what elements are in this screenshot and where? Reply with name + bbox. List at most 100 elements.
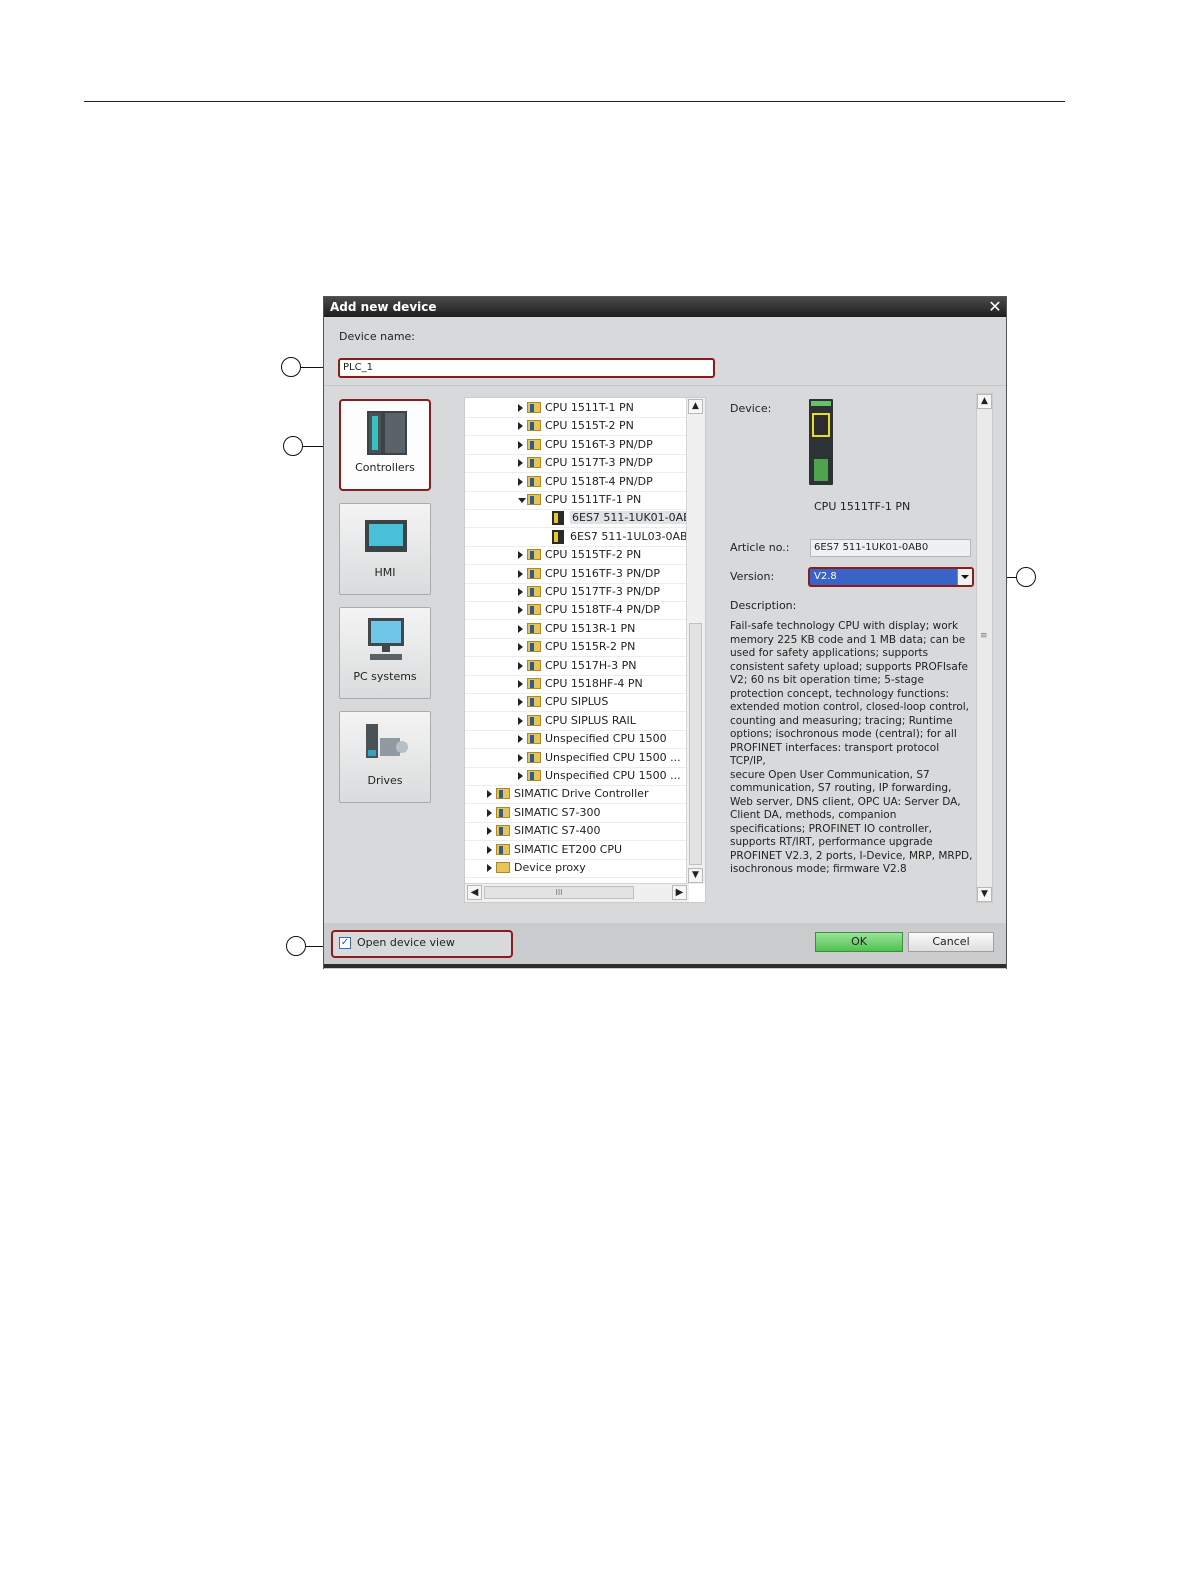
info-vertical-scrollbar[interactable]: ▲ ≡ ▼ (976, 393, 993, 903)
tree-item[interactable]: CPU SIPLUS RAIL (465, 712, 687, 731)
tree-item[interactable]: CPU 1517H-3 PN (465, 657, 687, 676)
expand-right-icon[interactable] (487, 864, 492, 872)
dialog-footer: ✓ Open device view OK Cancel (324, 923, 1006, 969)
expand-right-icon[interactable] (518, 753, 523, 762)
tree-item[interactable]: 6ES7 511-1UK01-0AB0 (465, 509, 700, 529)
tree-item[interactable]: CPU 1517TF-3 PN/DP (465, 583, 687, 602)
scroll-right-icon[interactable]: ▶ (672, 885, 687, 900)
callout-3 (1016, 567, 1036, 587)
expand-right-icon[interactable] (518, 569, 523, 578)
folder-icon (527, 751, 541, 763)
open-device-view-option[interactable]: ✓ Open device view (331, 930, 513, 958)
tree-item[interactable]: CPU 1516T-3 PN/DP (465, 436, 687, 455)
tree-item[interactable]: CPU 1511TF-1 PN (465, 491, 687, 510)
tree-item[interactable]: CPU 1515TF-2 PN (465, 546, 687, 566)
category-pc-systems-button[interactable]: PC systems (339, 607, 431, 699)
tree-item[interactable]: CPU SIPLUS (465, 693, 687, 713)
tree-item[interactable]: SIMATIC Drive Controller (465, 785, 687, 805)
description-line: options; isochronous mode (central); for… (730, 728, 957, 740)
tree-item-label: Unspecified CPU 1500 (545, 732, 667, 746)
scroll-up-icon[interactable]: ▲ (977, 394, 992, 409)
category-controllers-button[interactable]: Controllers (339, 399, 431, 491)
scroll-left-icon[interactable]: ◀ (467, 885, 482, 900)
expand-right-icon[interactable] (518, 440, 523, 449)
cancel-button[interactable]: Cancel (908, 932, 994, 952)
device-name-input[interactable]: PLC_1 (338, 358, 715, 378)
folder-icon (527, 567, 541, 579)
chevron-down-icon[interactable] (957, 569, 972, 585)
tree-item[interactable]: SIMATIC S7-300 (465, 804, 687, 823)
tree-item-label: CPU 1513R-1 PN (545, 621, 636, 635)
tree-item[interactable]: CPU 1515T-2 PN (465, 417, 687, 437)
ok-button[interactable]: OK (815, 932, 903, 952)
expand-right-icon[interactable] (518, 716, 523, 725)
expand-right-icon[interactable] (518, 661, 523, 670)
tree-vertical-scrollbar[interactable]: ▲ ▼ (686, 398, 705, 884)
scroll-thumb-horizontal[interactable]: III (484, 886, 634, 899)
expand-right-icon[interactable] (518, 477, 523, 486)
category-hmi-button[interactable]: HMI (339, 503, 431, 595)
expand-right-icon[interactable] (518, 772, 523, 780)
scroll-thumb[interactable] (689, 623, 702, 865)
tree-item-label: CPU 1515R-2 PN (545, 640, 636, 654)
tree-item[interactable]: CPU 1513R-1 PN (465, 620, 687, 639)
title-bar: Add new device ✕ (324, 297, 1006, 317)
expand-right-icon[interactable] (487, 790, 492, 799)
tree-item[interactable]: Unspecified CPU 1500 (465, 730, 687, 750)
close-icon[interactable]: ✕ (986, 298, 1004, 316)
expand-right-icon[interactable] (518, 588, 523, 596)
expand-right-icon[interactable] (487, 845, 492, 854)
expand-right-icon[interactable] (518, 459, 523, 468)
tree-item[interactable]: Unspecified CPU 1500 ... (465, 767, 687, 786)
expand-right-icon[interactable] (518, 551, 523, 560)
tree-item[interactable]: CPU 1516TF-3 PN/DP (465, 565, 687, 584)
tree-item-label: SIMATIC S7-400 (514, 824, 601, 838)
description-line: specifications; PROFINET IO controller, (730, 822, 932, 835)
tree-item-label: CPU 1511T-1 PN (545, 401, 634, 414)
tree-item-label: CPU 1515TF-2 PN (545, 548, 642, 562)
tree-item[interactable]: CPU 1518HF-4 PN (465, 675, 687, 694)
folder-icon (496, 788, 510, 800)
expand-right-icon[interactable] (487, 808, 492, 817)
tree-item[interactable]: CPU 1518TF-4 PN/DP (465, 601, 687, 621)
tree-item[interactable]: SIMATIC S7-400 (465, 822, 687, 842)
open-device-view-checkbox[interactable]: ✓ (339, 937, 351, 949)
scroll-up-icon[interactable]: ▲ (688, 399, 703, 414)
expand-right-icon[interactable] (518, 643, 523, 652)
description-line: isochronous mode; firmware V2.8 (730, 863, 907, 875)
description-label: Description: (730, 599, 797, 612)
scroll-down-icon[interactable]: ▼ (977, 887, 992, 902)
scroll-down-icon[interactable]: ▼ (688, 868, 703, 883)
description-line: memory 225 KB code and 1 MB data; can be (730, 633, 966, 646)
device-catalog-tree[interactable]: CPU 1511T-1 PN CPU 1515T-2 PN CPU 1516T-3 … (464, 397, 706, 903)
description-line: supports RT/IRT, performance upgrade (730, 836, 933, 848)
folder-icon (527, 549, 541, 561)
expand-right-icon[interactable] (518, 624, 523, 633)
tree-item-label: CPU 1518T-4 PN/DP (545, 474, 653, 488)
folder-icon (527, 641, 541, 653)
expand-right-icon[interactable] (518, 606, 523, 615)
expand-right-icon[interactable] (518, 735, 523, 744)
tree-item[interactable]: CPU 1515R-2 PN (465, 638, 687, 658)
expand-right-icon[interactable] (518, 422, 523, 431)
tree-item[interactable]: CPU 1517T-3 PN/DP (465, 454, 687, 474)
tree-item[interactable]: CPU 1518T-4 PN/DP (465, 473, 687, 492)
tree-item[interactable]: CPU 1511T-1 PN (465, 399, 687, 418)
expand-right-icon[interactable] (518, 698, 523, 707)
tree-item[interactable]: 6ES7 511-1UL03-0AB0 (465, 528, 695, 547)
tree-item[interactable]: Unspecified CPU 1500 ... (465, 749, 687, 768)
expand-right-icon[interactable] (518, 680, 523, 688)
tree-horizontal-scrollbar[interactable]: ◀ III ▶ (465, 883, 689, 902)
expand-right-icon[interactable] (487, 827, 492, 836)
tree-item-label: CPU 1517T-3 PN/DP (545, 456, 653, 470)
tree-item[interactable]: SIMATIC ET200 CPU (465, 841, 687, 860)
description-line: Fail-safe technology CPU with display; w… (730, 620, 959, 632)
expand-right-icon[interactable] (518, 404, 523, 412)
version-dropdown[interactable]: V2.8 (808, 567, 974, 587)
expand-down-icon[interactable] (518, 498, 526, 503)
description-line: Web server, DNS client, OPC UA: Server D… (730, 795, 961, 808)
scroll-grip-icon[interactable]: ≡ (980, 631, 988, 641)
tree-item[interactable]: Device proxy (465, 859, 687, 878)
category-drives-button[interactable]: Drives (339, 711, 431, 803)
tree-item-label: CPU SIPLUS RAIL (545, 713, 636, 727)
